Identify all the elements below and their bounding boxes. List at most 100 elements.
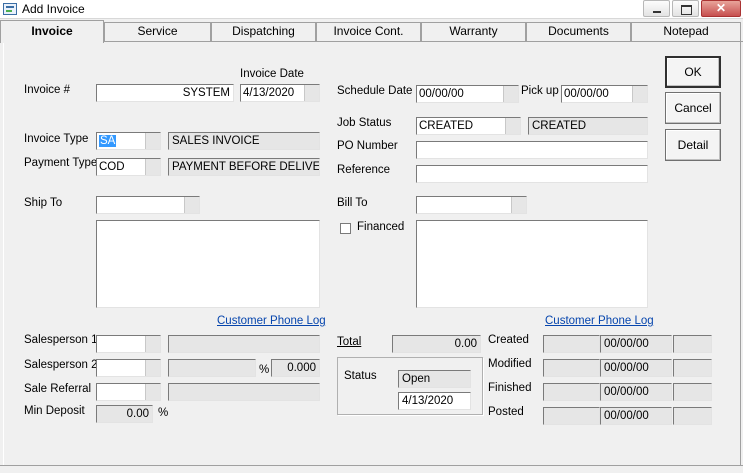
chevron-down-icon[interactable] <box>511 197 526 213</box>
schedule-date-picker[interactable]: 00/00/00 <box>416 85 519 103</box>
calendar-dropdown-icon[interactable] <box>304 85 319 101</box>
bill-to-select[interactable] <box>416 196 527 214</box>
salesperson-2-percent[interactable]: 0.000 <box>271 359 320 377</box>
title-bar: Add Invoice ✕ <box>0 0 743 19</box>
ship-to-select[interactable] <box>96 196 200 214</box>
payment-type-code: COD <box>99 161 125 173</box>
pickup-label: Pick up <box>521 85 559 97</box>
modified-label: Modified <box>488 358 532 370</box>
created-date-field: 00/00/00 <box>600 335 672 353</box>
sale-referral-select[interactable] <box>96 383 161 401</box>
salesperson-1-select[interactable] <box>96 335 161 353</box>
job-status-value: CREATED <box>419 120 474 132</box>
maximize-button[interactable] <box>672 0 699 17</box>
financed-checkbox[interactable] <box>340 223 351 234</box>
salesperson-2-select[interactable] <box>96 359 161 377</box>
payment-type-select[interactable]: COD <box>96 158 161 176</box>
calendar-dropdown-icon[interactable] <box>632 86 647 102</box>
chevron-down-icon[interactable] <box>184 197 199 213</box>
chevron-down-icon[interactable] <box>145 133 160 149</box>
customer-phone-log-link-right[interactable]: Customer Phone Log <box>545 315 654 327</box>
min-deposit-percent-sign: % <box>158 407 169 419</box>
app-icon <box>3 3 17 15</box>
posted-by-field <box>543 407 600 425</box>
created-by-field <box>543 335 600 353</box>
total-label: Total <box>337 336 362 348</box>
calendar-dropdown-icon[interactable] <box>503 86 518 102</box>
window-bottom-edge <box>0 465 743 473</box>
modified-by-field <box>543 359 600 377</box>
min-deposit-field[interactable]: 0.00 <box>96 405 153 423</box>
window-title: Add Invoice <box>22 2 85 16</box>
sale-referral-label: Sale Referral <box>24 383 92 395</box>
chevron-down-icon[interactable] <box>145 159 160 175</box>
reference-field[interactable] <box>416 165 648 183</box>
invoice-date-value: 4/13/2020 <box>243 87 295 99</box>
customer-phone-log-link-left[interactable]: Customer Phone Log <box>217 315 326 327</box>
po-number-label: PO Number <box>337 140 398 152</box>
min-deposit-label: Min Deposit <box>24 405 85 417</box>
invoice-type-select[interactable]: SA <box>96 132 161 150</box>
chevron-down-icon[interactable] <box>145 384 160 400</box>
created-label: Created <box>488 334 529 346</box>
tab-invoice[interactable]: Invoice <box>0 20 104 43</box>
payment-type-description: PAYMENT BEFORE DELIVER <box>168 158 320 176</box>
job-status-select[interactable]: CREATED <box>416 117 521 135</box>
posted-time-field <box>673 407 712 425</box>
invoice-type-description: SALES INVOICE <box>168 132 320 150</box>
finished-by-field <box>543 383 600 401</box>
invoice-number-field[interactable]: SYSTEM <box>96 84 234 102</box>
financed-label: Financed <box>357 221 405 233</box>
chevron-down-icon[interactable] <box>505 118 520 134</box>
cancel-button[interactable]: Cancel <box>665 92 721 124</box>
salesperson-2-label: Salesperson 2 <box>24 359 98 371</box>
invoice-type-label: Invoice Type <box>24 133 89 145</box>
salesperson-2-name <box>168 359 256 377</box>
ship-to-label: Ship To <box>24 197 63 209</box>
invoice-number-label: Invoice # <box>24 84 71 96</box>
sale-referral-name <box>168 383 320 401</box>
ok-button[interactable]: OK <box>665 56 721 88</box>
status-label: Status <box>344 370 377 382</box>
chevron-down-icon[interactable] <box>145 360 160 376</box>
modified-date-field: 00/00/00 <box>600 359 672 377</box>
schedule-date-label: Schedule Date <box>337 85 413 97</box>
created-time-field <box>673 335 712 353</box>
ship-to-address[interactable] <box>96 220 320 308</box>
chevron-down-icon[interactable] <box>145 336 160 352</box>
tab-documents[interactable]: Documents <box>526 22 631 41</box>
minimize-button[interactable] <box>643 0 670 17</box>
schedule-date-value: 00/00/00 <box>419 88 464 100</box>
tab-notepad[interactable]: Notepad <box>631 22 741 41</box>
tab-warranty[interactable]: Warranty <box>421 22 526 41</box>
posted-label: Posted <box>488 406 524 418</box>
modified-time-field <box>673 359 712 377</box>
finished-label: Finished <box>488 382 532 394</box>
invoice-date-label: Invoice Date <box>240 68 304 80</box>
tab-dispatching[interactable]: Dispatching <box>211 22 316 41</box>
payment-type-label: Payment Type <box>24 157 98 169</box>
finished-time-field <box>673 383 712 401</box>
close-icon: ✕ <box>715 1 727 15</box>
invoice-date-picker[interactable]: 4/13/2020 <box>240 84 320 102</box>
bill-to-address[interactable] <box>416 220 648 308</box>
pickup-date-picker[interactable]: 00/00/00 <box>561 85 648 103</box>
job-status-description: CREATED <box>528 117 648 135</box>
po-number-field[interactable] <box>416 141 648 159</box>
status-field: Open <box>398 370 471 388</box>
status-date-field[interactable]: 4/13/2020 <box>398 392 471 410</box>
posted-date-field: 00/00/00 <box>600 407 672 425</box>
salesperson-2-percent-sign: % <box>259 364 270 376</box>
salesperson-1-name <box>168 335 320 353</box>
pickup-date-value: 00/00/00 <box>564 88 609 100</box>
tab-service[interactable]: Service <box>104 22 211 41</box>
job-status-label: Job Status <box>337 117 392 129</box>
close-button[interactable]: ✕ <box>701 0 741 17</box>
tab-invoice-cont[interactable]: Invoice Cont. <box>316 22 421 41</box>
detail-button[interactable]: Detail <box>665 129 721 161</box>
finished-date-field: 00/00/00 <box>600 383 672 401</box>
reference-label: Reference <box>337 164 391 176</box>
bill-to-label: Bill To <box>337 197 368 209</box>
invoice-type-code: SA <box>99 135 117 147</box>
total-field: 0.00 <box>392 335 481 353</box>
